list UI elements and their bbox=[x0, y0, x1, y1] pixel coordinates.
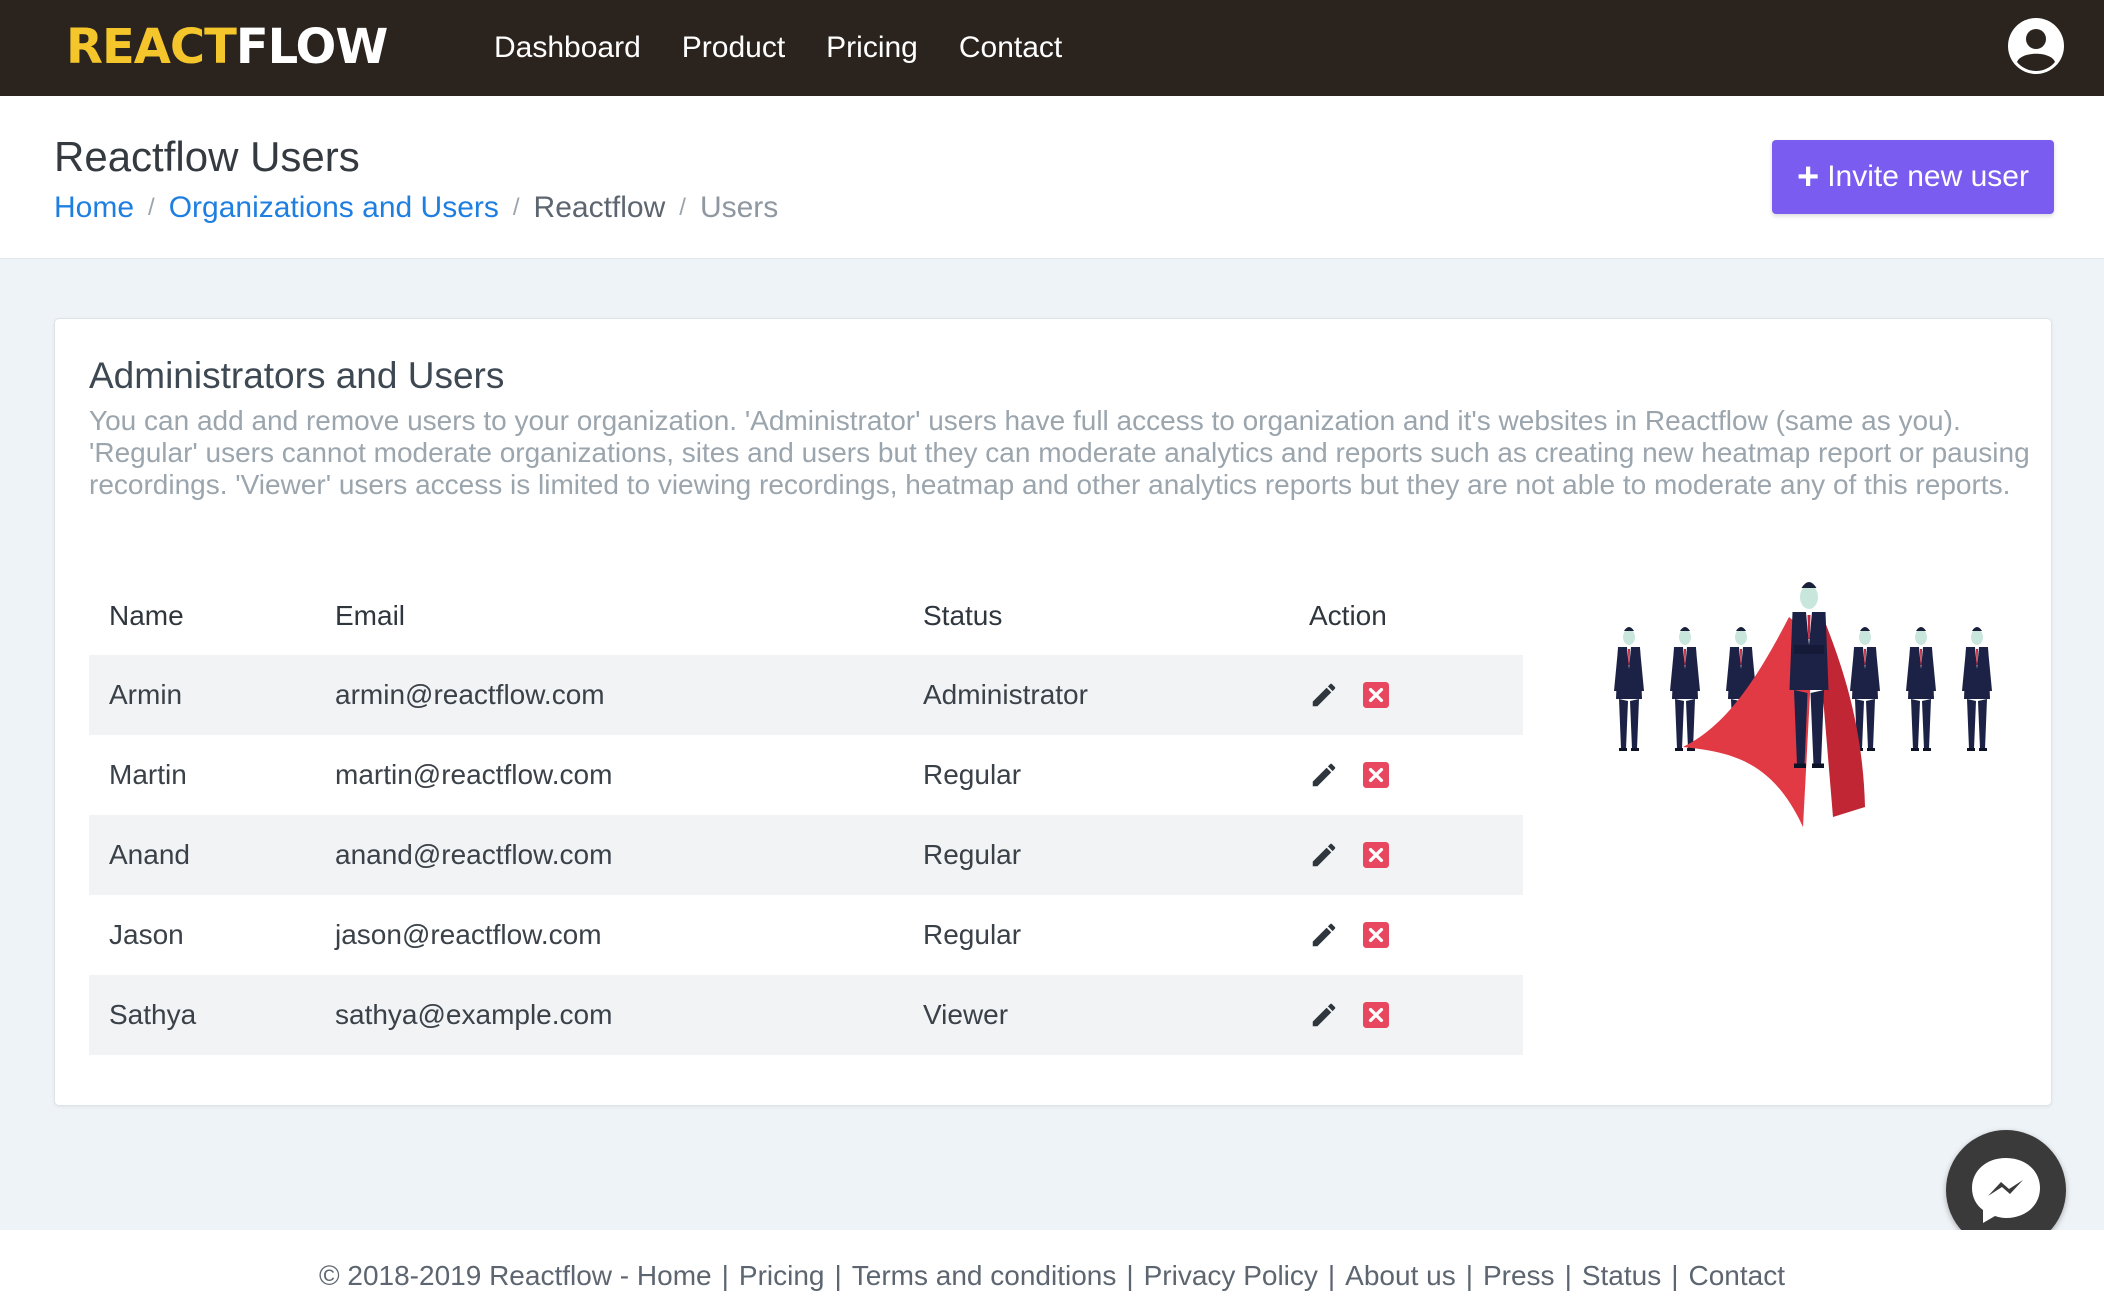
user-email: anand@reactflow.com bbox=[315, 815, 903, 895]
page-footer: © 2018-2019 Reactflow - Home | Pricing | Ter… bbox=[0, 1230, 2104, 1296]
footer-link-about[interactable]: About us bbox=[1345, 1260, 1456, 1291]
page-header: Reactflow Users Home / Organizations and… bbox=[0, 96, 2104, 259]
footer-separator: | bbox=[1465, 1260, 1473, 1291]
footer-link-contact[interactable]: Contact bbox=[1689, 1260, 1786, 1291]
user-actions bbox=[1289, 975, 1523, 1055]
breadcrumb-separator: / bbox=[148, 194, 155, 221]
user-email: martin@reactflow.com bbox=[335, 759, 613, 790]
user-name: Jason bbox=[109, 919, 184, 950]
invite-new-user-button[interactable]: + Invite new user bbox=[1772, 140, 2054, 214]
logo-text-react: REACT bbox=[66, 19, 237, 75]
user-name: Anand bbox=[89, 815, 315, 895]
user-status: Regular bbox=[903, 815, 1289, 895]
top-navbar: REACTFLOW Dashboard Product Pricing Cont… bbox=[0, 0, 2104, 96]
table-row: Armin armin@reactflow.com Administrator bbox=[89, 655, 1523, 735]
logo-text-flow: FLOW bbox=[235, 19, 388, 75]
page-title: Reactflow Users bbox=[54, 133, 360, 180]
delete-icon[interactable] bbox=[1363, 762, 1389, 788]
card-title: Administrators and Users bbox=[89, 355, 505, 396]
footer-separator: | bbox=[1126, 1260, 1134, 1291]
nav-pricing[interactable]: Pricing bbox=[826, 28, 918, 68]
users-table: Name Email Status Action Armin armin@rea… bbox=[89, 577, 1523, 1055]
footer-separator: | bbox=[1671, 1260, 1679, 1291]
card-description: You can add and remove users to your org… bbox=[89, 405, 2030, 500]
delete-icon[interactable] bbox=[1363, 922, 1389, 948]
delete-icon[interactable] bbox=[1363, 1002, 1389, 1028]
footer-link-privacy[interactable]: Privacy Policy bbox=[1144, 1260, 1318, 1291]
footer-link-pricing[interactable]: Pricing bbox=[739, 1260, 825, 1291]
column-header-status: Status bbox=[923, 600, 1003, 631]
user-status: Viewer bbox=[903, 975, 1289, 1055]
column-header-name: Name bbox=[109, 600, 184, 631]
user-actions bbox=[1289, 655, 1523, 735]
users-card: Administrators and Users You can add and… bbox=[54, 318, 2052, 1106]
breadcrumb-home[interactable]: Home bbox=[54, 188, 134, 228]
breadcrumb: Home / Organizations and Users / Reactfl… bbox=[54, 188, 778, 228]
footer-separator: | bbox=[721, 1260, 729, 1291]
footer-separator: | bbox=[1327, 1260, 1336, 1291]
user-email: armin@reactflow.com bbox=[315, 655, 903, 735]
main-nav: Dashboard Product Pricing Contact bbox=[494, 28, 1103, 68]
breadcrumb-separator: / bbox=[512, 194, 520, 221]
delete-icon[interactable] bbox=[1363, 842, 1389, 868]
pencil-icon[interactable] bbox=[1309, 680, 1339, 710]
table-header-row: Name Email Status Action bbox=[89, 577, 1523, 655]
footer-text: © 2018-2019 Reactflow - Home | Pricing | Ter… bbox=[0, 1260, 2104, 1292]
user-name: Sathya bbox=[89, 975, 315, 1055]
nav-product[interactable]: Product bbox=[682, 28, 785, 68]
breadcrumb-reactflow: Reactflow bbox=[533, 191, 666, 224]
table-row: Anand anand@reactflow.com Regular bbox=[89, 815, 1523, 895]
user-email: jason@reactflow.com bbox=[335, 919, 602, 950]
table-row: Jason jason@reactflow.com Regular bbox=[89, 895, 1523, 975]
footer-link-press[interactable]: Press bbox=[1483, 1260, 1555, 1291]
footer-link-status[interactable]: Status bbox=[1582, 1260, 1661, 1291]
user-status: Regular bbox=[923, 919, 1022, 950]
invite-button-label: Invite new user bbox=[1827, 160, 2029, 193]
user-status: Regular bbox=[923, 759, 1022, 790]
user-actions bbox=[1289, 895, 1523, 975]
user-circle-icon[interactable] bbox=[2006, 16, 2066, 76]
delete-icon[interactable] bbox=[1363, 682, 1389, 708]
plus-icon: + bbox=[1797, 156, 1820, 198]
pencil-icon[interactable] bbox=[1309, 920, 1339, 950]
footer-link-terms[interactable]: Terms and conditions bbox=[852, 1260, 1117, 1291]
user-actions bbox=[1289, 735, 1523, 815]
pencil-icon[interactable] bbox=[1309, 840, 1339, 870]
breadcrumb-separator: / bbox=[679, 194, 686, 221]
table-row: Sathya sathya@example.com Viewer bbox=[89, 975, 1523, 1055]
copyright-text: © 2018-2019 Reactflow - bbox=[318, 1260, 637, 1291]
nav-contact[interactable]: Contact bbox=[959, 28, 1062, 68]
table-row: Martin martin@reactflow.com Regular bbox=[89, 735, 1523, 815]
footer-link-home[interactable]: Home bbox=[637, 1260, 712, 1291]
user-status: Administrator bbox=[903, 655, 1289, 735]
team-leader-illustration bbox=[1614, 582, 1992, 827]
footer-separator: | bbox=[1564, 1260, 1572, 1291]
user-name: Armin bbox=[89, 655, 315, 735]
nav-dashboard[interactable]: Dashboard bbox=[494, 28, 641, 68]
user-email: sathya@example.com bbox=[315, 975, 903, 1055]
column-header-email: Email bbox=[335, 600, 406, 631]
footer-separator: | bbox=[834, 1260, 842, 1291]
user-actions bbox=[1289, 815, 1523, 895]
user-name: Martin bbox=[109, 759, 187, 790]
pencil-icon[interactable] bbox=[1309, 760, 1339, 790]
breadcrumb-users: Users bbox=[699, 191, 779, 224]
reactflow-logo[interactable]: REACTFLOW bbox=[66, 18, 388, 76]
column-header-action: Action bbox=[1309, 600, 1387, 631]
breadcrumb-organizations[interactable]: Organizations and Users bbox=[169, 188, 499, 228]
pencil-icon[interactable] bbox=[1309, 1000, 1339, 1030]
